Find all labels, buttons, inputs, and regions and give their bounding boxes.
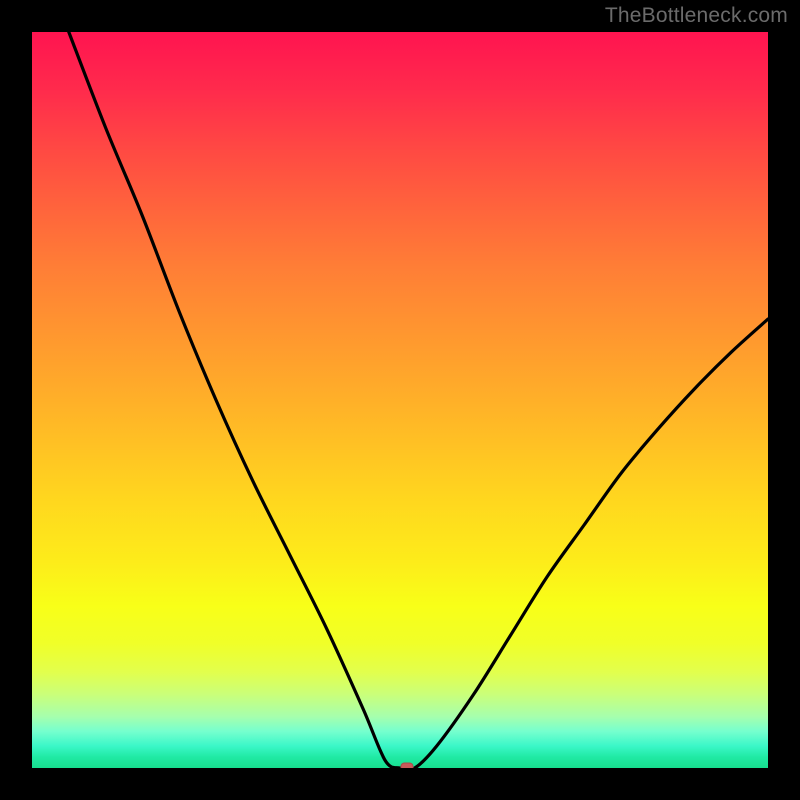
optimal-point-marker: [401, 763, 414, 769]
watermark-text: TheBottleneck.com: [605, 4, 788, 28]
bottleneck-curve: [32, 32, 768, 768]
chart-frame: TheBottleneck.com: [0, 0, 800, 800]
plot-area: [32, 32, 768, 768]
